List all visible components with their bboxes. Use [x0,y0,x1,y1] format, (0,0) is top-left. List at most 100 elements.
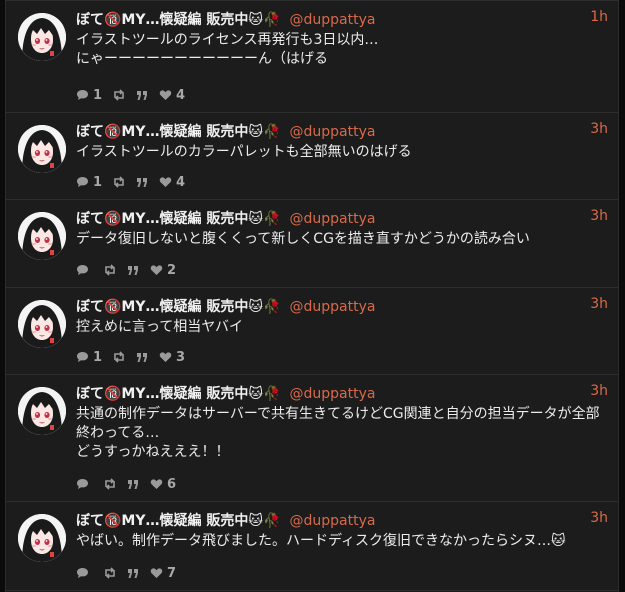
post-time[interactable]: 3h [590,383,608,399]
reply-button[interactable]: 1 [76,88,102,103]
heart-icon [159,176,172,188]
boost-icon [103,264,117,276]
heart-icon [150,567,163,579]
post-text: イラストツールのライセンス再発行も3日以内… にゃーーーーーーーーーーーん（はげ… [76,32,379,67]
quote-icon [127,568,140,579]
post[interactable]: ぼて🔞MY…懐疑編 販売中🐱🥀 @duppattya 3h 控えめに言って相当ヤ… [6,288,618,375]
reply-count: 1 [93,349,103,365]
avatar[interactable] [18,300,66,348]
quote-button[interactable] [136,177,149,188]
boost-icon [112,89,126,101]
quote-icon [136,90,149,101]
post-actions: 1 4 [76,87,195,103]
post-time[interactable]: 1h [590,9,608,25]
post-time[interactable]: 3h [590,510,608,526]
like-count: 7 [167,565,177,581]
post-time[interactable]: 3h [590,121,608,137]
post-time[interactable]: 3h [590,208,608,224]
like-count: 3 [176,349,186,365]
boost-icon [112,351,126,363]
boost-button[interactable] [112,176,126,188]
avatar[interactable] [18,387,66,435]
quote-icon [136,352,149,363]
heart-icon [150,264,163,276]
post[interactable]: ぼて🔞MY…懐疑編 販売中🐱🥀 @duppattya 3h データ復旧しないと腹… [6,200,618,288]
user-handle[interactable]: @duppattya [290,299,376,315]
post-actions: 2 [76,262,186,278]
user-handle[interactable]: @duppattya [290,12,376,28]
reply-button[interactable] [76,264,93,276]
post-actions: 1 4 [76,174,195,190]
user-handle[interactable]: @duppattya [290,386,376,402]
quote-button[interactable] [136,352,149,363]
reply-icon [76,264,89,276]
display-name[interactable]: ぼて🔞MY…懐疑編 販売中🐱🥀 [76,513,280,529]
reply-count: 1 [93,87,103,103]
post[interactable]: ぼて🔞MY…懐疑編 販売中🐱🥀 @duppattya 3h イラストツールのカラ… [6,113,618,200]
reply-button[interactable] [76,478,93,490]
like-count: 4 [176,174,186,190]
timeline: ぼて🔞MY…懐疑編 販売中🐱🥀 @duppattya 1h イラストツールのライ… [5,0,619,592]
like-button[interactable]: 3 [159,350,185,365]
display-name[interactable]: ぼて🔞MY…懐疑編 販売中🐱🥀 [76,386,280,402]
quote-icon [127,479,140,490]
post-actions: 7 [76,565,186,581]
like-count: 4 [176,87,186,103]
reply-button[interactable]: 1 [76,175,102,190]
avatar[interactable] [18,125,66,173]
display-name[interactable]: ぼて🔞MY…懐疑編 販売中🐱🥀 [76,211,280,227]
reply-icon [76,89,89,101]
like-button[interactable]: 4 [159,88,185,103]
reply-icon [76,567,89,579]
boost-button[interactable] [112,351,126,363]
quote-icon [136,177,149,188]
display-name[interactable]: ぼて🔞MY…懐疑編 販売中🐱🥀 [76,124,280,140]
boost-icon [112,176,126,188]
user-handle[interactable]: @duppattya [290,513,376,529]
boost-button[interactable] [112,89,126,101]
reply-button[interactable] [76,567,93,579]
post[interactable]: ぼて🔞MY…懐疑編 販売中🐱🥀 @duppattya 1h イラストツールのライ… [6,0,618,113]
reply-count: 1 [93,174,103,190]
like-button[interactable]: 2 [150,263,176,278]
boost-icon [103,567,117,579]
post[interactable]: ぼて🔞MY…懐疑編 販売中🐱🥀 @duppattya 3h やばい。制作データ飛… [6,502,618,591]
post-text: イラストツールのカラーパレットも全部無いのはげる [76,144,412,160]
quote-icon [127,265,140,276]
like-button[interactable]: 4 [159,175,185,190]
reply-icon [76,351,89,363]
like-count: 2 [167,262,177,278]
heart-icon [150,478,163,490]
heart-icon [159,351,172,363]
post-actions: 6 [76,476,186,492]
like-count: 6 [167,476,177,492]
display-name[interactable]: ぼて🔞MY…懐疑編 販売中🐱🥀 [76,299,280,315]
avatar[interactable] [18,212,66,260]
avatar[interactable] [18,514,66,562]
boost-button[interactable] [103,567,117,579]
boost-icon [103,478,117,490]
post-time[interactable]: 3h [590,296,608,312]
boost-button[interactable] [103,264,117,276]
boost-button[interactable] [103,478,117,490]
quote-button[interactable] [127,479,140,490]
like-button[interactable]: 6 [150,477,176,492]
post-text: 共通の制作データはサーバーで共有生きてるけどCG関連と自分の担当データが全部終わ… [76,406,600,460]
post-text: 控えめに言って相当ヤバイ [76,319,244,335]
post-text: データ復旧しないと腹くくって新しくCGを描き直すかどうかの読み合い [76,231,530,247]
post-text: やばい。制作データ飛びました。ハードディスク復旧できなかったらシヌ…🐱 [76,533,566,549]
avatar[interactable] [18,13,66,61]
user-handle[interactable]: @duppattya [290,124,376,140]
post-actions: 1 3 [76,349,195,365]
display-name[interactable]: ぼて🔞MY…懐疑編 販売中🐱🥀 [76,12,280,28]
like-button[interactable]: 7 [150,566,176,581]
quote-button[interactable] [136,90,149,101]
post[interactable]: ぼて🔞MY…懐疑編 販売中🐱🥀 @duppattya 3h 共通の制作データはサ… [6,375,618,502]
quote-button[interactable] [127,568,140,579]
user-handle[interactable]: @duppattya [290,211,376,227]
reply-button[interactable]: 1 [76,350,102,365]
reply-icon [76,478,89,490]
reply-icon [76,176,89,188]
quote-button[interactable] [127,265,140,276]
heart-icon [159,89,172,101]
